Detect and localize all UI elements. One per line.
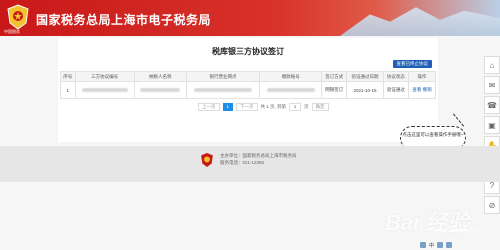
column-header: 操作 [408, 71, 436, 82]
header-background-art [340, 7, 500, 36]
tray-volume-icon[interactable] [446, 242, 453, 248]
column-header: 缴款账号 [259, 71, 323, 82]
host-value: 国家税务总局上海市税务局 [242, 153, 297, 158]
column-header: 序号 [60, 71, 76, 82]
table-row: 1 网银签订 2021-10-15 验证通过 查看 撤销 [60, 81, 436, 99]
side-toolbar: ⌂ ✉ ☎ ▣ ✋ ⚿ ? ⊘ [484, 56, 500, 214]
next-page-button[interactable]: 下一页 [236, 103, 258, 111]
phone-value: 021-12366 [242, 160, 265, 165]
sign-method: 网银签订 [321, 81, 348, 99]
taxpayer-name-redacted [133, 81, 187, 99]
agreement-table: 序号 三方协议编号 纳税人名称 银行营业网点 缴款账号 签订方式 验证通过日期 … [60, 71, 436, 99]
column-header: 签订方式 [321, 71, 348, 82]
bank-branch-redacted [185, 81, 261, 99]
page-title: 税库银三方协议签订 [212, 47, 284, 56]
bell-icon[interactable]: ✉ [484, 76, 500, 94]
main-panel: 税库银三方协议签订 查看已终止协议 序号 三方协议编号 纳税人名称 银行营业网点… [58, 38, 438, 142]
tax-emblem-icon [7, 4, 29, 30]
verify-date: 2021-10-15 [346, 81, 384, 99]
table-header-row: 序号 三方协议编号 纳税人名称 银行营业网点 缴款账号 签订方式 验证通过日期 … [60, 71, 436, 82]
goto-page-input[interactable]: 1 [289, 103, 302, 111]
row-actions: 查看 撤销 [408, 81, 436, 99]
page-summary: 共 1 页, 到第 [260, 104, 287, 109]
column-header: 协议状态 [382, 71, 410, 82]
phone-icon[interactable]: ☎ [484, 96, 500, 114]
account-number-redacted [259, 81, 323, 99]
terminated-agreements-button[interactable]: 查看已终止协议 [392, 60, 432, 68]
column-header: 银行营业网点 [185, 71, 261, 82]
page-1-button[interactable]: 1 [222, 103, 234, 111]
agreement-number-redacted [74, 81, 135, 99]
column-header: 三方协议编号 [74, 71, 135, 82]
footer-info: 主办单位：国家税务总局上海市税务局 服务电话：021-12366 [220, 152, 297, 166]
emblem-caption: 中国税务 [4, 29, 20, 34]
prev-page-button[interactable]: 上一页 [198, 103, 220, 111]
system-tray: 中 [420, 240, 500, 250]
tip-pointer [452, 113, 465, 127]
goto-confirm-button[interactable]: 确定 [311, 103, 329, 111]
compass-icon[interactable]: ⊘ [484, 196, 500, 214]
tray-app-icon[interactable] [420, 242, 426, 248]
row-index: 1 [60, 81, 76, 99]
ime-indicator[interactable]: 中 [429, 242, 434, 249]
host-label: 主办单位： [220, 153, 243, 158]
column-header: 纳税人名称 [133, 71, 187, 82]
pagination: 上一页 1 下一页 共 1 页, 到第 1 页 确定 [198, 103, 329, 111]
phone-label: 服务电话： [220, 160, 243, 165]
home-icon[interactable]: ⌂ [484, 56, 500, 74]
view-revoke-links[interactable]: 查看 撤销 [412, 87, 431, 92]
page-unit: 页 [304, 104, 309, 109]
site-header: 中国税务 国家税务总局上海市电子税务局 [0, 0, 500, 36]
footer-emblem-icon [201, 153, 213, 167]
column-header: 验证通过日期 [346, 71, 384, 82]
tray-network-icon[interactable] [437, 242, 444, 248]
site-title: 国家税务总局上海市电子税务局 [36, 13, 212, 27]
guide-icon[interactable]: ▣ [484, 116, 500, 134]
agreement-status: 验证通过 [382, 81, 410, 99]
watermark-url: jingyan.baidu.com [430, 228, 479, 234]
